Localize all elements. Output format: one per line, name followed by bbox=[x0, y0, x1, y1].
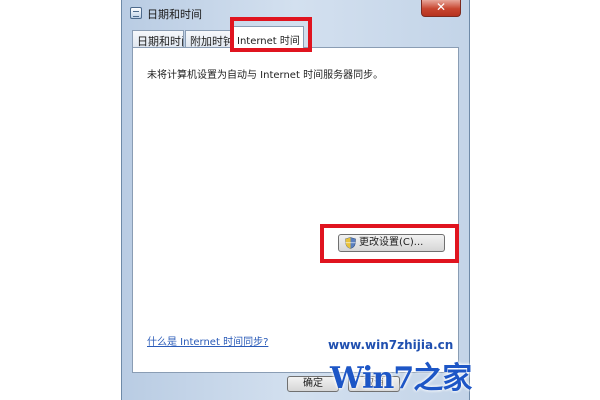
highlight-box-change-settings bbox=[320, 224, 459, 263]
datetime-icon bbox=[130, 7, 142, 19]
sync-status-text: 未将计算机设置为自动与 Internet 时间服务器同步。 bbox=[147, 70, 384, 81]
watermark-logo: Win7之家 bbox=[330, 361, 472, 396]
internet-time-help-link[interactable]: 什么是 Internet 时间同步? bbox=[147, 333, 268, 348]
window-title: 日期和时间 bbox=[147, 8, 202, 21]
tab-date-and-time[interactable]: 日期和时间 bbox=[132, 30, 184, 48]
internet-time-panel: 未将计算机设置为自动与 Internet 时间服务器同步。 更改设置(C)...… bbox=[132, 47, 459, 373]
tab-additional-clocks[interactable]: 附加时钟 bbox=[185, 30, 231, 48]
highlight-box-tab bbox=[230, 17, 312, 52]
close-button[interactable]: ✕ bbox=[421, 0, 461, 17]
watermark-url: www.win7zhijia.cn bbox=[328, 338, 454, 352]
